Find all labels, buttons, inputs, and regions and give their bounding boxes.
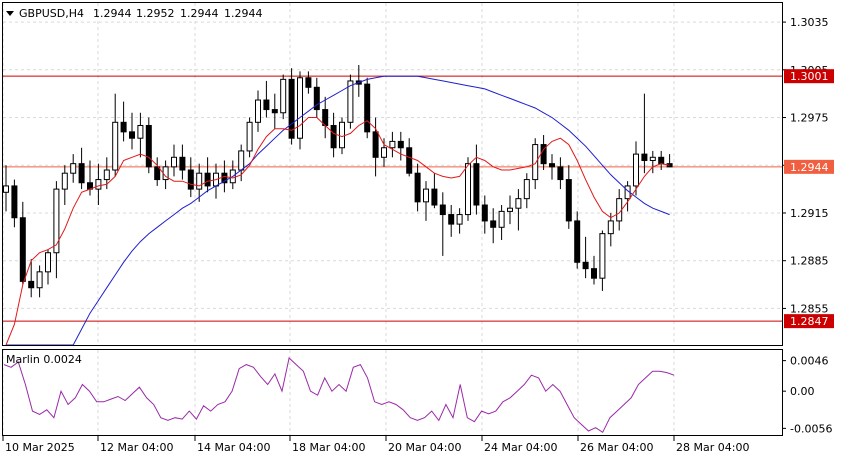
indicator-tick-label: -0.0056 [790, 422, 832, 435]
bear-candle[interactable] [330, 124, 337, 149]
bear-candle[interactable] [179, 156, 186, 171]
bull-candle[interactable] [297, 77, 303, 139]
bear-candle[interactable] [481, 204, 488, 222]
bear-candle[interactable] [658, 156, 665, 165]
time-tick-label: 12 Mar 04:00 [100, 441, 173, 454]
bear-candle[interactable] [473, 163, 480, 206]
price-tick-label: 1.2855 [790, 302, 829, 315]
bear-candle[interactable] [11, 185, 18, 219]
time-tick-label: 28 Mar 04:00 [676, 441, 749, 454]
bull-candle[interactable] [515, 198, 522, 209]
bear-candle[interactable] [431, 188, 438, 206]
bull-candle[interactable] [53, 188, 60, 254]
symbol-label: GBPUSD,H4 [19, 7, 84, 20]
open-value: 1.2944 [93, 7, 132, 20]
time-tick-label: 14 Mar 04:00 [197, 441, 270, 454]
bull-candle[interactable] [616, 198, 623, 222]
bear-candle[interactable] [372, 131, 379, 158]
bull-candle[interactable] [61, 172, 68, 190]
bull-candle[interactable] [103, 169, 110, 181]
price-tick-label: 1.2975 [790, 112, 829, 125]
bull-candle[interactable] [507, 207, 513, 212]
price-tick-label: 1.2915 [790, 207, 829, 220]
bear-candle[interactable] [565, 179, 572, 222]
trading-chart-window[interactable]: 1.30351.30051.29751.29451.29151.28851.28… [0, 0, 842, 459]
bull-candle[interactable] [246, 121, 253, 152]
bull-candle[interactable] [381, 147, 387, 158]
bull-candle[interactable] [3, 185, 9, 193]
indicator-tick-label: 0.00 [790, 385, 815, 398]
bull-candle[interactable] [70, 163, 77, 174]
bull-candle[interactable] [36, 271, 43, 289]
level-price-label: 1.2847 [790, 315, 829, 328]
bull-candle[interactable] [465, 163, 471, 216]
bull-candle[interactable] [599, 233, 606, 279]
bear-candle[interactable] [557, 166, 564, 181]
close-value: 1.2944 [224, 7, 263, 20]
bear-candle[interactable] [187, 169, 194, 190]
indicator-label: Marlin 0.0024 [6, 353, 82, 366]
bull-candle[interactable] [607, 220, 614, 235]
bull-candle[interactable] [532, 144, 539, 181]
bear-candle[interactable] [397, 140, 404, 149]
price-tick-label: 1.2885 [790, 255, 829, 268]
low-value: 1.2944 [180, 7, 219, 20]
bull-candle[interactable] [238, 150, 245, 171]
indicator-tick-label: 0.0046 [790, 355, 829, 368]
bear-candle[interactable] [641, 153, 648, 161]
bear-candle[interactable] [549, 163, 555, 168]
bear-candle[interactable] [439, 204, 446, 216]
bull-candle[interactable] [45, 252, 51, 273]
time-tick-label: 26 Mar 04:00 [580, 441, 653, 454]
bear-candle[interactable] [414, 172, 421, 203]
bear-candle[interactable] [129, 131, 135, 139]
current-price-label: 1.2944 [790, 161, 829, 174]
bear-candle[interactable] [406, 147, 413, 174]
bear-candle[interactable] [120, 121, 127, 133]
bull-candle[interactable] [255, 99, 261, 123]
bull-candle[interactable] [389, 140, 396, 149]
bear-candle[interactable] [322, 109, 329, 126]
bull-candle[interactable] [196, 172, 203, 190]
bear-candle[interactable] [28, 280, 35, 289]
high-value: 1.2952 [136, 7, 175, 20]
bull-candle[interactable] [95, 179, 102, 190]
bear-candle[interactable] [145, 124, 152, 168]
bear-candle[interactable] [574, 220, 581, 263]
bear-candle[interactable] [263, 99, 270, 111]
bull-candle[interactable] [339, 121, 345, 149]
time-tick-label: 18 Mar 04:00 [292, 441, 365, 454]
bear-candle[interactable] [591, 268, 597, 279]
bear-candle[interactable] [204, 172, 211, 187]
bull-candle[interactable] [498, 210, 505, 228]
bull-candle[interactable] [456, 214, 463, 225]
bear-candle[interactable] [582, 261, 589, 270]
bull-candle[interactable] [112, 121, 119, 171]
level-price-label: 1.3001 [790, 70, 829, 83]
bear-candle[interactable] [154, 166, 161, 181]
time-tick-label: 10 Mar 2025 [5, 441, 75, 454]
price-chart[interactable]: 1.30351.30051.29751.29451.29151.28851.28… [0, 0, 842, 459]
bull-candle[interactable] [280, 78, 287, 114]
bull-candle[interactable] [633, 153, 639, 187]
bull-candle[interactable] [171, 156, 177, 168]
bear-candle[interactable] [448, 214, 455, 225]
bear-candle[interactable] [305, 77, 312, 88]
bear-candle[interactable] [364, 83, 371, 133]
time-tick-label: 24 Mar 04:00 [484, 441, 557, 454]
bull-candle[interactable] [523, 179, 530, 200]
bull-candle[interactable] [137, 124, 144, 139]
bear-candle[interactable] [78, 163, 85, 184]
bull-candle[interactable] [423, 188, 429, 203]
bear-candle[interactable] [19, 217, 26, 282]
bear-candle[interactable] [271, 109, 278, 114]
bear-candle[interactable] [490, 220, 497, 228]
price-tick-label: 1.3035 [790, 16, 829, 29]
bull-candle[interactable] [649, 156, 656, 161]
time-tick-label: 20 Mar 04:00 [388, 441, 461, 454]
